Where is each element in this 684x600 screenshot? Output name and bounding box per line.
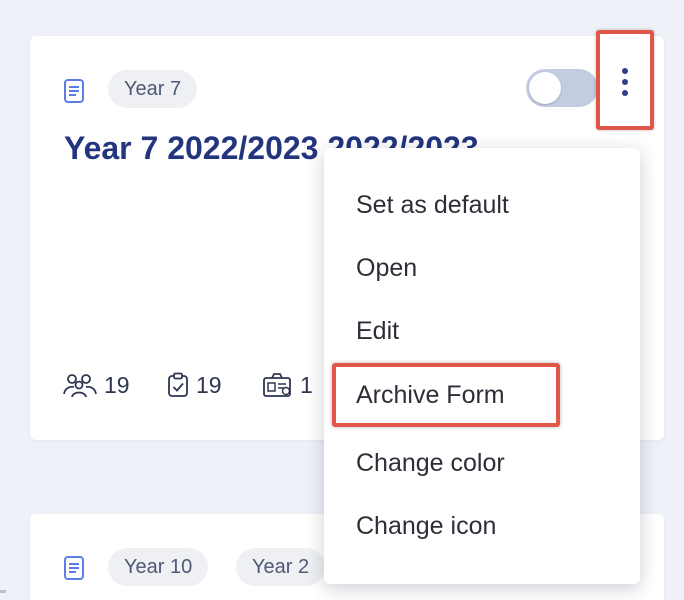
menu-item-open[interactable]: Open [356, 253, 417, 283]
year-tag-secondary: Year 2 [236, 548, 326, 586]
more-options-button[interactable] [596, 30, 654, 130]
menu-item-change-color[interactable]: Change color [356, 448, 505, 478]
badges-count-value: 1 [300, 371, 313, 398]
year-tag: Year 10 [108, 548, 209, 586]
students-count: 19 [62, 370, 130, 400]
form-document-icon [64, 79, 84, 103]
menu-item-edit[interactable]: Edit [356, 316, 399, 346]
tasks-count: 19 [166, 370, 222, 400]
edge-mark [0, 590, 6, 593]
kebab-icon [622, 68, 628, 101]
form-document-icon [64, 556, 84, 580]
badges-count: 1 [262, 370, 313, 400]
year-tag: Year 7 [108, 70, 198, 108]
students-count-value: 19 [104, 371, 130, 398]
badge-icon [263, 373, 291, 397]
users-icon [63, 374, 97, 398]
tasks-count-value: 19 [196, 371, 222, 398]
menu-item-change-icon[interactable]: Change icon [356, 511, 496, 541]
menu-item-archive-form[interactable]: Archive Form [332, 363, 560, 427]
options-dropdown-menu: Set as default Open Edit Archive Form Ch… [324, 148, 640, 584]
clipboard-check-icon [168, 372, 188, 397]
menu-item-set-as-default[interactable]: Set as default [356, 190, 509, 220]
active-toggle[interactable] [526, 69, 598, 107]
page: Year 7 Year 7 2022/2023 2022/2023 19 19 [0, 0, 684, 600]
toggle-knob [529, 72, 561, 104]
